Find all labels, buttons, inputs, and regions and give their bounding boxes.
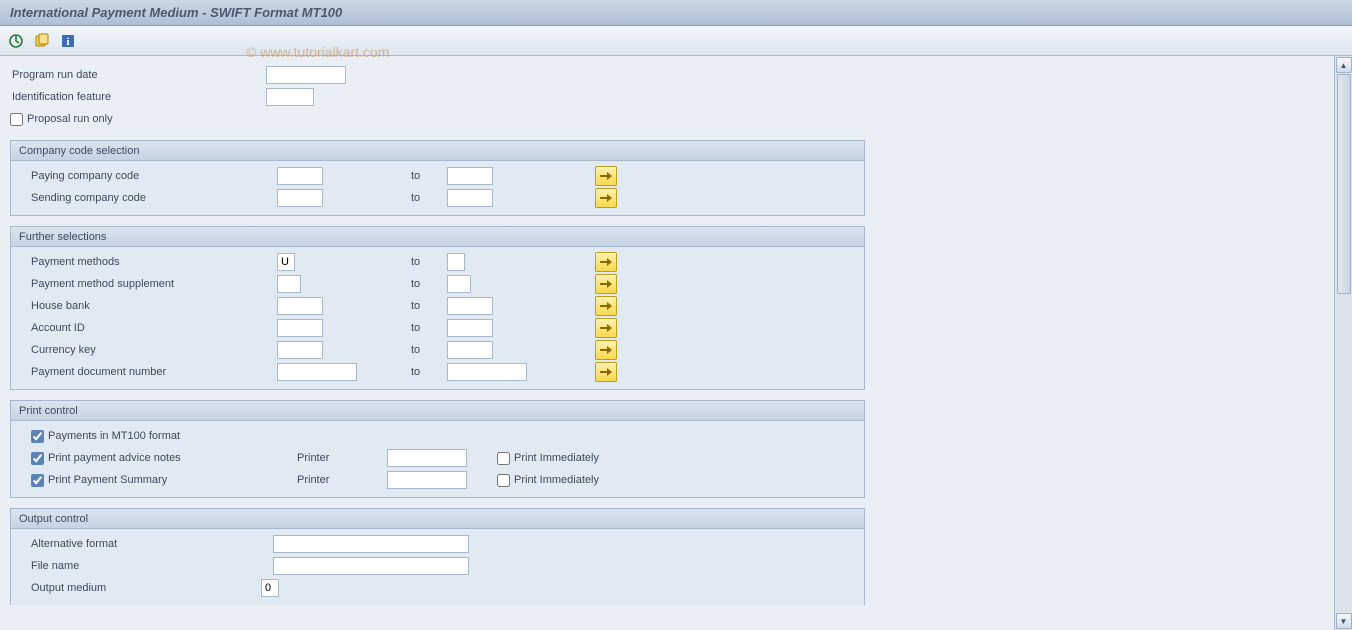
further-row-1-label: Payment method supplement	[17, 278, 277, 290]
company-row-1-to-input[interactable]	[447, 189, 493, 207]
further-row-4-multi-select-button[interactable]	[595, 340, 617, 360]
program-run-date-label: Program run date	[10, 69, 266, 81]
immediate2-checkbox[interactable]	[497, 474, 510, 487]
further-row-5-to-label: to	[411, 366, 447, 378]
group-output-header: Output control	[11, 509, 864, 529]
filename-label: File name	[17, 560, 273, 572]
further-row-4-to-input[interactable]	[447, 341, 493, 359]
scroll-up-arrow[interactable]: ▲	[1336, 57, 1352, 73]
further-row-2-to-input[interactable]	[447, 297, 493, 315]
group-company-header: Company code selection	[11, 141, 864, 161]
company-row-0-to-label: to	[411, 170, 447, 182]
content-area: Program run date Identification feature …	[0, 56, 1334, 630]
execute-button[interactable]	[6, 31, 26, 51]
program-run-date-input[interactable]	[266, 66, 346, 84]
printer2-input[interactable]	[387, 471, 467, 489]
mt100-label: Payments in MT100 format	[48, 430, 180, 442]
mt100-checkbox[interactable]	[31, 430, 44, 443]
printer2-label: Printer	[297, 474, 387, 486]
title-bar: International Payment Medium - SWIFT For…	[0, 0, 1352, 26]
identification-input[interactable]	[266, 88, 314, 106]
alt-format-label: Alternative format	[17, 538, 273, 550]
svg-text:i: i	[66, 36, 69, 48]
company-row-0-label: Paying company code	[17, 170, 277, 182]
printer1-input[interactable]	[387, 449, 467, 467]
company-row-0-from-input[interactable]	[277, 167, 323, 185]
scroll-thumb[interactable]	[1337, 74, 1351, 294]
further-row-1-multi-select-button[interactable]	[595, 274, 617, 294]
page-title: International Payment Medium - SWIFT For…	[10, 5, 342, 20]
proposal-checkbox[interactable]	[10, 113, 23, 126]
group-output-control: Output control Alternative format File n…	[10, 508, 865, 605]
further-row-1-from-input[interactable]	[277, 275, 301, 293]
further-row-3-to-input[interactable]	[447, 319, 493, 337]
immediate2-label: Print Immediately	[514, 474, 599, 486]
info-button[interactable]: i	[58, 31, 78, 51]
company-row-0-multi-select-button[interactable]	[595, 166, 617, 186]
further-row-2-multi-select-button[interactable]	[595, 296, 617, 316]
immediate1-checkbox[interactable]	[497, 452, 510, 465]
output-medium-input[interactable]	[261, 579, 279, 597]
company-row-1-from-input[interactable]	[277, 189, 323, 207]
further-row-3-from-input[interactable]	[277, 319, 323, 337]
summary-label: Print Payment Summary	[48, 474, 167, 486]
further-row-3-label: Account ID	[17, 322, 277, 334]
further-row-5-label: Payment document number	[17, 366, 277, 378]
printer1-label: Printer	[297, 452, 387, 464]
identification-label: Identification feature	[10, 91, 266, 103]
company-row-1-to-label: to	[411, 192, 447, 204]
advice-checkbox[interactable]	[31, 452, 44, 465]
advice-label: Print payment advice notes	[48, 452, 181, 464]
further-row-1-to-label: to	[411, 278, 447, 290]
filename-input[interactable]	[273, 557, 469, 575]
further-row-0-from-input[interactable]	[277, 253, 295, 271]
summary-checkbox[interactable]	[31, 474, 44, 487]
company-row-1-label: Sending company code	[17, 192, 277, 204]
group-further-selections: Further selections Payment methods to Paym…	[10, 226, 865, 390]
further-row-0-to-input[interactable]	[447, 253, 465, 271]
further-row-5-from-input[interactable]	[277, 363, 357, 381]
further-row-2-label: House bank	[17, 300, 277, 312]
toolbar: i	[0, 26, 1352, 56]
further-row-0-multi-select-button[interactable]	[595, 252, 617, 272]
further-row-2-from-input[interactable]	[277, 297, 323, 315]
further-row-4-to-label: to	[411, 344, 447, 356]
variant-button[interactable]	[32, 31, 52, 51]
further-row-3-multi-select-button[interactable]	[595, 318, 617, 338]
further-row-4-from-input[interactable]	[277, 341, 323, 359]
vertical-scrollbar[interactable]: ▲ ▼	[1334, 56, 1352, 630]
further-row-5-multi-select-button[interactable]	[595, 362, 617, 382]
alt-format-input[interactable]	[273, 535, 469, 553]
further-row-2-to-label: to	[411, 300, 447, 312]
scroll-down-arrow[interactable]: ▼	[1336, 613, 1352, 629]
group-print-header: Print control	[11, 401, 864, 421]
company-row-0-to-input[interactable]	[447, 167, 493, 185]
immediate1-label: Print Immediately	[514, 452, 599, 464]
further-row-5-to-input[interactable]	[447, 363, 527, 381]
further-row-1-to-input[interactable]	[447, 275, 471, 293]
output-medium-label: Output medium	[17, 582, 261, 594]
further-row-0-label: Payment methods	[17, 256, 277, 268]
further-row-0-to-label: to	[411, 256, 447, 268]
proposal-label: Proposal run only	[27, 113, 113, 125]
further-row-3-to-label: to	[411, 322, 447, 334]
group-further-header: Further selections	[11, 227, 864, 247]
group-print-control: Print control Payments in MT100 format P…	[10, 400, 865, 498]
group-company-code: Company code selection Paying company co…	[10, 140, 865, 216]
company-row-1-multi-select-button[interactable]	[595, 188, 617, 208]
further-row-4-label: Currency key	[17, 344, 277, 356]
